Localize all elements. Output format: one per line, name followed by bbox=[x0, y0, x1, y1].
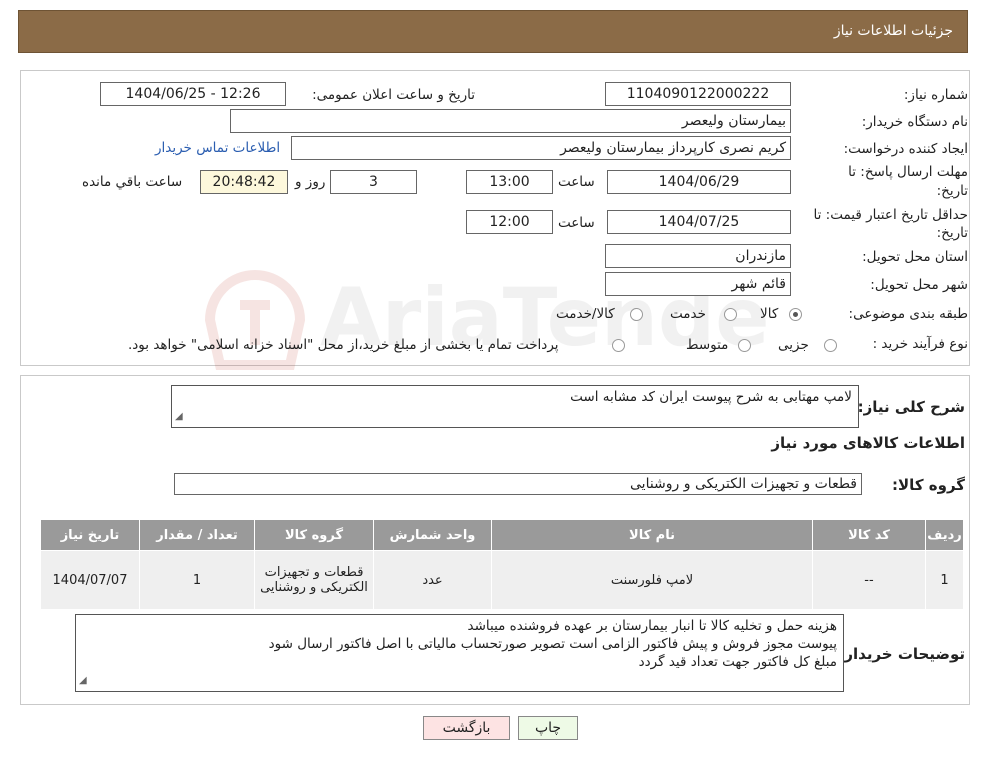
category-option-goods-service: کالا/خدمت bbox=[556, 306, 615, 322]
need-number-label: شماره نیاز: bbox=[903, 87, 968, 103]
col-quantity: تعداد / مقدار bbox=[139, 519, 255, 551]
buyer-org-label: نام دستگاه خریدار: bbox=[861, 114, 968, 130]
cell-goods-code: -- bbox=[812, 550, 926, 610]
category-radio-goods[interactable] bbox=[789, 308, 802, 321]
cell-unit: عدد bbox=[373, 550, 492, 610]
process-note: پرداخت تمام یا بخشی از مبلغ خرید،از محل … bbox=[128, 337, 559, 353]
items-table: ردیف کد کالا نام کالا واحد شمارش گروه کا… bbox=[40, 519, 964, 610]
items-section-title: اطلاعات کالاهای مورد نیاز bbox=[771, 434, 965, 452]
deadline-date-field: 1404/06/29 bbox=[607, 170, 791, 194]
city-field: قائم شهر bbox=[605, 272, 791, 296]
process-label: نوع فرآیند خرید : bbox=[872, 336, 968, 352]
process-option-medium: متوسط bbox=[686, 337, 729, 353]
resize-grip-icon[interactable]: ◢ bbox=[175, 408, 183, 426]
buyer-org-field: بیمارستان ولیعصر bbox=[230, 109, 791, 133]
need-description-text: لامپ مهتابی به شرح پیوست ایران کد مشابه … bbox=[570, 389, 852, 405]
goods-group-label: گروه کالا: bbox=[892, 476, 965, 494]
col-goods-code: کد کالا bbox=[812, 519, 926, 551]
validity-label: حداقل تاریخ اعتبار قیمت: تا bbox=[813, 207, 968, 223]
deadline-hour-label: ساعت bbox=[558, 174, 595, 190]
validity-label-date: تاریخ: bbox=[936, 225, 968, 241]
need-description-field: لامپ مهتابی به شرح پیوست ایران کد مشابه … bbox=[171, 385, 859, 428]
category-label: طبقه بندی موضوعی: bbox=[848, 306, 968, 322]
col-goods-name: نام کالا bbox=[491, 519, 813, 551]
category-radio-service[interactable] bbox=[724, 308, 737, 321]
process-option-minor: جزیی bbox=[778, 337, 809, 353]
deadline-label: مهلت ارسال پاسخ: تا bbox=[848, 164, 968, 180]
col-need-date: تاریخ نیاز bbox=[40, 519, 140, 551]
back-button[interactable]: بازگشت bbox=[423, 716, 510, 740]
col-row-number: ردیف bbox=[925, 519, 964, 551]
creator-label: ایجاد کننده درخواست: bbox=[843, 141, 968, 157]
city-label: شهر محل تحویل: bbox=[870, 277, 968, 293]
cell-row-number: 1 bbox=[925, 550, 964, 610]
category-option-goods: کالا bbox=[760, 306, 779, 322]
buyer-notes-line-2: پیوست مجوز فروش و پیش فاکتور الزامی است … bbox=[268, 636, 837, 652]
page-header: جزئیات اطلاعات نیاز bbox=[18, 10, 968, 53]
validity-time-field: 12:00 bbox=[466, 210, 553, 234]
creator-field: کریم نصری کارپرداز بیمارستان ولیعصر bbox=[291, 136, 791, 160]
process-radio-minor[interactable] bbox=[824, 339, 837, 352]
validity-date-field: 1404/07/25 bbox=[607, 210, 791, 234]
buyer-notes-line-1: هزینه حمل و تخلیه کالا تا انبار بیمارستا… bbox=[467, 618, 838, 634]
buyer-contact-link[interactable]: اطلاعات تماس خریدار bbox=[155, 140, 280, 156]
buyer-notes-line-3: مبلغ کل فاکتور جهت تعداد قید گردد bbox=[638, 654, 837, 670]
print-button[interactable]: چاپ bbox=[518, 716, 578, 740]
table-header-row: ردیف کد کالا نام کالا واحد شمارش گروه کا… bbox=[40, 519, 964, 551]
announce-field: 1404/06/25 - 12:26 bbox=[100, 82, 286, 106]
page-title: جزئیات اطلاعات نیاز bbox=[833, 23, 953, 39]
remaining-label: ساعت باقي مانده bbox=[82, 174, 183, 190]
col-unit: واحد شمارش bbox=[373, 519, 492, 551]
province-field: مازندران bbox=[605, 244, 791, 268]
deadline-time-field: 13:00 bbox=[466, 170, 553, 194]
notes-resize-grip-icon[interactable]: ◢ bbox=[79, 672, 87, 690]
table-row: 1 -- لامپ فلورسنت عدد قطعات و تجهیزات ال… bbox=[40, 550, 964, 610]
validity-hour-label: ساعت bbox=[558, 215, 595, 231]
deadline-label-date: تاریخ: bbox=[936, 183, 968, 199]
cell-goods-group: قطعات و تجهیزات الکتریکی و روشنایی bbox=[254, 550, 374, 610]
days-label: روز و bbox=[295, 174, 326, 190]
days-field: 3 bbox=[330, 170, 417, 194]
category-radio-goods-service[interactable] bbox=[630, 308, 643, 321]
need-number-field: 1104090122000222 bbox=[605, 82, 791, 106]
category-option-service: خدمت bbox=[670, 306, 706, 322]
process-radio-treasury[interactable] bbox=[612, 339, 625, 352]
cell-quantity: 1 bbox=[139, 550, 255, 610]
announce-label: تاریخ و ساعت اعلان عمومی: bbox=[312, 87, 475, 103]
remaining-time-field: 20:48:42 bbox=[200, 170, 288, 194]
cell-goods-name: لامپ فلورسنت bbox=[491, 550, 813, 610]
province-label: استان محل تحویل: bbox=[862, 249, 968, 265]
cell-need-date: 1404/07/07 bbox=[40, 550, 140, 610]
buyer-notes-label: توضیحات خریدار: bbox=[838, 645, 965, 663]
buyer-notes-field: هزینه حمل و تخلیه کالا تا انبار بیمارستا… bbox=[75, 614, 844, 692]
goods-group-field: قطعات و تجهیزات الکتریکی و روشنایی bbox=[174, 473, 862, 495]
process-radio-medium[interactable] bbox=[738, 339, 751, 352]
need-description-label: شرح کلی نیاز: bbox=[857, 398, 965, 416]
col-goods-group: گروه کالا bbox=[254, 519, 374, 551]
